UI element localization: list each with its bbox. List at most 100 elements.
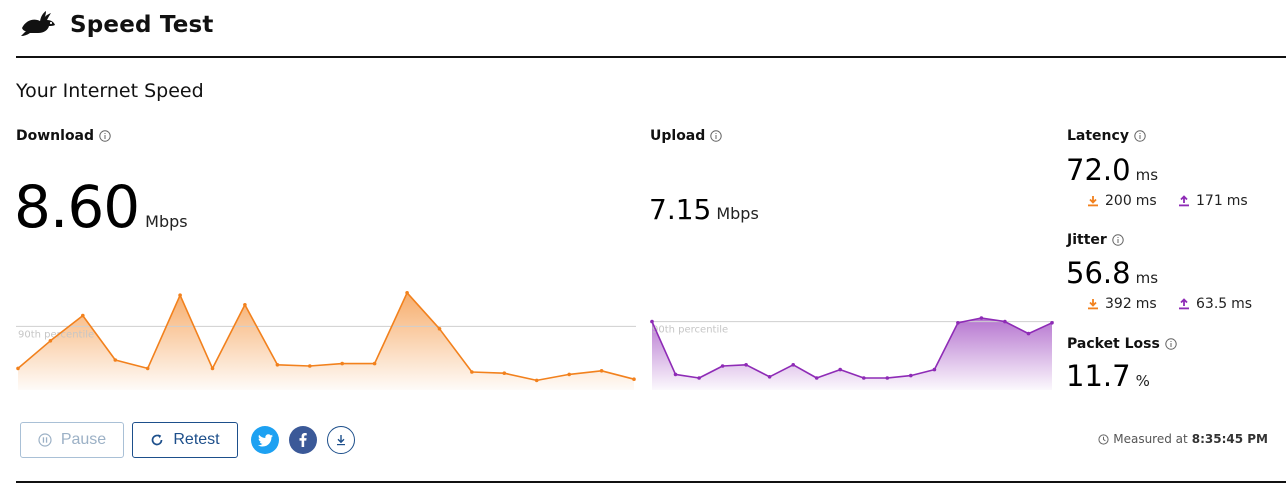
- pause-button-label: Pause: [60, 431, 107, 448]
- jitter-download-value: 392: [1105, 296, 1132, 312]
- download-chart-point-1: [48, 339, 53, 343]
- upload-unit: Mbps: [716, 204, 759, 223]
- download-chart-point-5: [178, 293, 182, 297]
- packet-loss-number: 11.7: [1066, 359, 1131, 393]
- download-arrow-icon: [1088, 196, 1098, 207]
- upload-chart-point-4: [744, 363, 748, 367]
- download-chart-point-17: [567, 372, 571, 377]
- download-chart-point-6: [210, 366, 215, 371]
- download-chart-point-0: [16, 366, 20, 371]
- info-icon[interactable]: [1134, 130, 1146, 142]
- latency-download-row: 200 ms: [1087, 193, 1157, 209]
- download-chart-percentile-label: 90th percentile: [18, 329, 94, 340]
- upload-chart-point-0: [650, 319, 654, 324]
- latency-value: 72.0 ms: [1066, 156, 1158, 185]
- clock-icon: [1098, 433, 1109, 445]
- upload-chart-point-15: [1003, 319, 1007, 324]
- facebook-share-button[interactable]: [289, 426, 317, 454]
- download-results-icon: [337, 435, 345, 446]
- measured-at: Measured at 8:35:45 PM: [1098, 432, 1268, 446]
- download-chart-area: [18, 292, 634, 390]
- upload-label-text: Upload: [650, 128, 706, 144]
- latency-label-text: Latency: [1067, 128, 1129, 144]
- footer-divider: [16, 481, 1286, 483]
- upload-chart-point-16: [1026, 331, 1031, 336]
- jitter-download-unit: ms: [1135, 296, 1157, 312]
- download-chart-point-11: [372, 361, 377, 366]
- download-chart-point-18: [599, 369, 604, 373]
- jitter-label: Jitter: [1067, 232, 1124, 248]
- download-chart-point-16: [534, 378, 539, 383]
- upload-chart-point-14: [979, 316, 984, 320]
- info-icon[interactable]: [710, 130, 722, 142]
- download-chart-point-15: [502, 371, 507, 375]
- download-label-text: Download: [16, 128, 95, 144]
- app-title: Speed Test: [70, 12, 214, 38]
- download-chart-point-7: [243, 303, 247, 307]
- latency-label: Latency: [1067, 128, 1146, 144]
- retest-button-label: Retest: [173, 431, 220, 448]
- download-chart-point-12: [405, 291, 409, 295]
- latency-upload-value: 171: [1196, 193, 1223, 209]
- jitter-number: 56.8: [1066, 256, 1131, 290]
- pause-icon: [38, 433, 52, 447]
- download-chart-point-9: [308, 364, 312, 368]
- refresh-icon: [152, 434, 163, 446]
- upload-chart-point-9: [862, 376, 866, 380]
- download-chart-point-4: [145, 366, 150, 371]
- jitter-download-row: 392 ms: [1087, 296, 1157, 312]
- upload-label: Upload: [650, 128, 722, 144]
- download-value: 8.60 Mbps: [14, 178, 188, 236]
- twitter-share-button[interactable]: [251, 426, 279, 454]
- app-header: Speed Test: [16, 0, 1286, 58]
- download-number: 8.60: [14, 173, 140, 241]
- info-icon[interactable]: [1165, 338, 1177, 350]
- download-unit: Mbps: [145, 212, 188, 231]
- packet-loss-label-text: Packet Loss: [1067, 336, 1160, 352]
- latency-number: 72.0: [1066, 153, 1131, 187]
- retest-button[interactable]: Retest: [132, 422, 238, 458]
- upload-chart-percentile-label: 90th percentile: [652, 325, 728, 336]
- upload-chart-point-12: [932, 367, 937, 372]
- upload-chart-point-3: [720, 364, 725, 368]
- twitter-icon: [257, 433, 273, 446]
- upload-chart-point-1: [673, 372, 678, 377]
- upload-arrow-icon: [1179, 298, 1189, 310]
- jitter-upload-row: 63.5 ms: [1178, 296, 1252, 312]
- latency-unit: ms: [1135, 166, 1159, 184]
- packet-loss-unit: %: [1135, 372, 1150, 390]
- upload-chart-point-10: [885, 376, 890, 380]
- latency-download-unit: ms: [1135, 193, 1157, 209]
- upload-value: 7.15 Mbps: [649, 196, 759, 224]
- latency-upload-row: 171 ms: [1178, 193, 1248, 209]
- upload-chart-point-6: [791, 363, 795, 367]
- download-chart-point-19: [632, 377, 636, 381]
- jitter-label-text: Jitter: [1067, 232, 1107, 248]
- download-label: Download: [16, 128, 111, 144]
- download-chart-point-3: [113, 358, 118, 362]
- download-arrow-icon: [1088, 299, 1098, 310]
- jitter-unit: ms: [1135, 269, 1159, 287]
- measured-time: 8:35:45 PM: [1191, 432, 1268, 446]
- jitter-value: 56.8 ms: [1066, 259, 1158, 288]
- upload-chart-point-17: [1050, 321, 1054, 325]
- packet-loss-label: Packet Loss: [1067, 336, 1177, 352]
- facebook-icon: [299, 433, 307, 447]
- info-icon[interactable]: [1112, 234, 1124, 246]
- latency-download-value: 200: [1105, 193, 1132, 209]
- upload-chart-point-8: [838, 367, 842, 372]
- download-chart-point-14: [470, 370, 474, 374]
- latency-upload-unit: ms: [1226, 193, 1248, 209]
- info-icon[interactable]: [99, 130, 111, 142]
- download-chart-point-10: [340, 361, 345, 366]
- upload-arrow-icon: [1179, 195, 1189, 207]
- pause-button[interactable]: Pause: [20, 422, 124, 458]
- upload-chart-point-13: [956, 321, 960, 325]
- upload-chart-point-11: [909, 373, 913, 378]
- rabbit-logo-icon: [21, 11, 55, 36]
- section-title: Your Internet Speed: [16, 80, 204, 102]
- download-chart-point-8: [275, 363, 280, 367]
- upload-number: 7.15: [649, 193, 712, 226]
- download-results-button[interactable]: [327, 426, 355, 454]
- measured-label: Measured at: [1113, 432, 1188, 446]
